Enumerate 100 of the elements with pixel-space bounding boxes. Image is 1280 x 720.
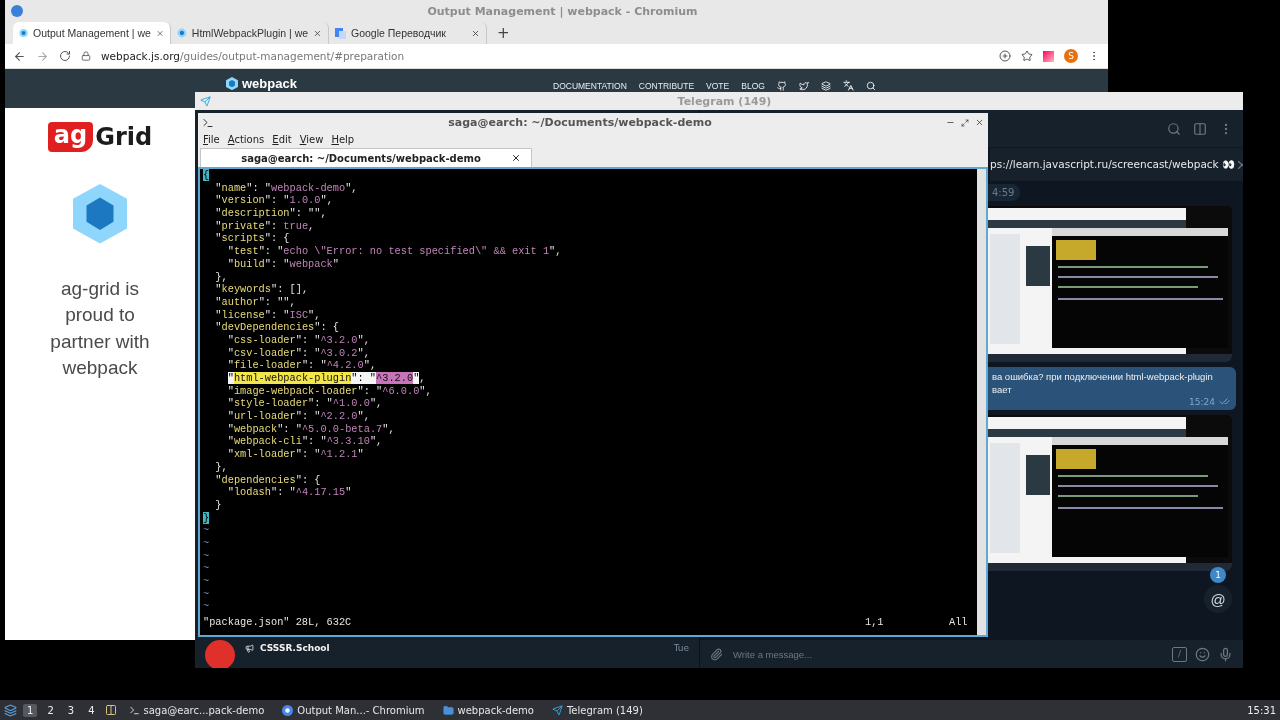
workspace-button[interactable]: 1 bbox=[23, 703, 38, 717]
close-icon[interactable] bbox=[511, 153, 521, 163]
terminal-tab[interactable]: saga@earch: ~/Documents/webpack-demo bbox=[200, 148, 532, 167]
clock: 15:31 bbox=[1247, 704, 1276, 716]
address-field[interactable]: webpack.js.org/guides/output-management/#preparation bbox=[101, 50, 989, 62]
code-line: "csv-loader": "^3.0.2", bbox=[226, 346, 371, 360]
code-line: "build": "webpack" bbox=[226, 257, 340, 271]
taskbar-item[interactable]: Telegram (149) bbox=[545, 704, 649, 716]
add-icon[interactable] bbox=[999, 50, 1011, 62]
code-line: "scripts": { bbox=[214, 232, 291, 246]
twitter-icon[interactable] bbox=[798, 80, 809, 91]
new-tab-button[interactable]: + bbox=[487, 24, 520, 42]
message-time: 4:59 bbox=[986, 184, 1021, 201]
telegram-icon bbox=[200, 95, 211, 107]
menu-item[interactable]: File bbox=[203, 134, 220, 145]
desktop-icon[interactable] bbox=[104, 704, 117, 716]
ad-text[interactable]: ag-grid is proud to partner with webpack bbox=[40, 275, 160, 382]
window-title: Telegram (149) bbox=[676, 94, 773, 108]
nav-link[interactable]: VOTE bbox=[706, 80, 730, 91]
code-line: "name": "webpack-demo", bbox=[214, 181, 359, 195]
back-icon[interactable] bbox=[13, 49, 26, 63]
nav-link[interactable]: CONTRIBUTE bbox=[638, 80, 695, 91]
workspace-button[interactable]: 3 bbox=[63, 703, 79, 717]
taskbar-item[interactable]: webpack-demo bbox=[436, 704, 540, 716]
cube-icon bbox=[226, 77, 238, 91]
taskbar-item[interactable]: saga@earc...pack-demo bbox=[122, 704, 271, 716]
nav-link[interactable]: BLOG bbox=[741, 80, 765, 91]
code-line: }, bbox=[214, 460, 229, 474]
cube-icon bbox=[19, 28, 29, 38]
code-line: "description": "", bbox=[214, 207, 328, 220]
menu-item[interactable]: View bbox=[299, 134, 324, 145]
code-line: } bbox=[214, 498, 223, 512]
taskbar-item[interactable]: Output Man...- Chromium bbox=[276, 704, 431, 716]
mentions-button[interactable]: @ bbox=[1204, 585, 1232, 613]
status-file: "package.json" 28L, 632C bbox=[203, 616, 352, 629]
lock-icon bbox=[81, 51, 91, 61]
empty-line-marker: ~ bbox=[203, 587, 211, 601]
bookmark-icon[interactable] bbox=[1021, 50, 1033, 62]
extension-icon[interactable] bbox=[1043, 50, 1054, 62]
code-line: "lodash": "^4.17.15" bbox=[226, 486, 353, 499]
code-line: "xml-loader": "^1.2.1" bbox=[226, 448, 365, 461]
code-line: "author": "", bbox=[214, 295, 297, 309]
attach-icon[interactable] bbox=[710, 647, 723, 661]
ad-logo[interactable]: ag Grid bbox=[47, 122, 153, 153]
start-icon[interactable] bbox=[4, 703, 17, 717]
chat-name: CSSSR.School bbox=[260, 643, 330, 653]
message-input[interactable]: Write a message... bbox=[731, 647, 1164, 661]
code-line: "private": true, bbox=[214, 219, 316, 233]
sidebar-icon[interactable] bbox=[1193, 121, 1207, 136]
empty-line-marker: ~ bbox=[203, 549, 211, 563]
commands-button[interactable]: / bbox=[1172, 646, 1187, 662]
browser-tab[interactable]: Output Management | we bbox=[13, 22, 171, 44]
chat-date: Tue bbox=[673, 642, 689, 653]
cursor-position: 1,1 bbox=[865, 616, 884, 629]
menu-item[interactable]: Edit bbox=[272, 134, 292, 145]
pinned-bar[interactable]: ps://learn.javascript.ru/screencast/webpack 👀 bbox=[990, 148, 1243, 181]
site-logo[interactable]: webpack bbox=[242, 77, 297, 90]
scrollbar[interactable] bbox=[977, 169, 986, 635]
folder-icon bbox=[442, 704, 454, 716]
code-line: }, bbox=[214, 270, 229, 284]
window-title: Output Management | webpack - Chromium bbox=[426, 4, 699, 18]
code-line: "style-loader": "^1.0.0", bbox=[226, 397, 384, 411]
menu-item[interactable]: Actions bbox=[227, 134, 265, 145]
code-line: "keywords": [], bbox=[214, 283, 310, 296]
browser-icon bbox=[282, 704, 294, 716]
stack-icon[interactable] bbox=[820, 80, 831, 91]
cube-icon bbox=[177, 28, 187, 38]
code-line: "file-loader": "^4.2.0", bbox=[226, 359, 378, 372]
mention-badge: 1 bbox=[1210, 567, 1226, 583]
code-line: "license": "ISC", bbox=[214, 308, 322, 322]
nav-link[interactable]: DOCUMENTATION bbox=[553, 80, 627, 91]
code-line: "version": "1.0.0", bbox=[214, 194, 334, 208]
workspace-button[interactable]: 2 bbox=[43, 703, 58, 717]
message-composer[interactable]: Write a message... / bbox=[700, 640, 1243, 668]
message-text: ва ошибка? при подключении html-webpack-plugin bbox=[992, 370, 1213, 383]
code-line: "css-loader": "^3.2.0", bbox=[226, 333, 371, 347]
mic-icon[interactable] bbox=[1218, 646, 1233, 662]
read-icon bbox=[1219, 396, 1230, 407]
cube-icon bbox=[73, 184, 127, 244]
code-line: "webpack-cli": "^3.3.10", bbox=[226, 435, 384, 449]
workspace-button[interactable]: 4 bbox=[84, 703, 99, 717]
code-line: "webpack": "^5.0.0-beta.7", bbox=[226, 422, 396, 436]
empty-line-marker: ~ bbox=[203, 536, 211, 550]
code-line: "dependencies": { bbox=[214, 473, 322, 487]
window-title: saga@earch: ~/Documents/webpack-demo bbox=[447, 116, 713, 129]
emoji-icon[interactable] bbox=[1195, 646, 1210, 662]
code-line: "devDependencies": { bbox=[214, 321, 340, 334]
code-line: "url-loader": "^2.2.0", bbox=[226, 410, 371, 423]
scroll-position: All bbox=[949, 616, 968, 629]
empty-line-marker: ~ bbox=[203, 562, 211, 575]
menu-item[interactable]: Help bbox=[331, 134, 355, 145]
code-line: "test": "echo \"Error: no test specified\" && exit 1", bbox=[226, 245, 563, 258]
github-icon[interactable] bbox=[776, 80, 787, 91]
message-text: вает bbox=[992, 383, 1012, 396]
maximize-icon[interactable] bbox=[961, 118, 969, 127]
reload-icon[interactable] bbox=[59, 50, 71, 62]
chat-item[interactable]: CSSSR.School Tue bbox=[195, 633, 699, 668]
language-icon[interactable] bbox=[842, 80, 854, 91]
terminal-icon bbox=[202, 116, 214, 129]
search-icon[interactable] bbox=[865, 80, 876, 91]
